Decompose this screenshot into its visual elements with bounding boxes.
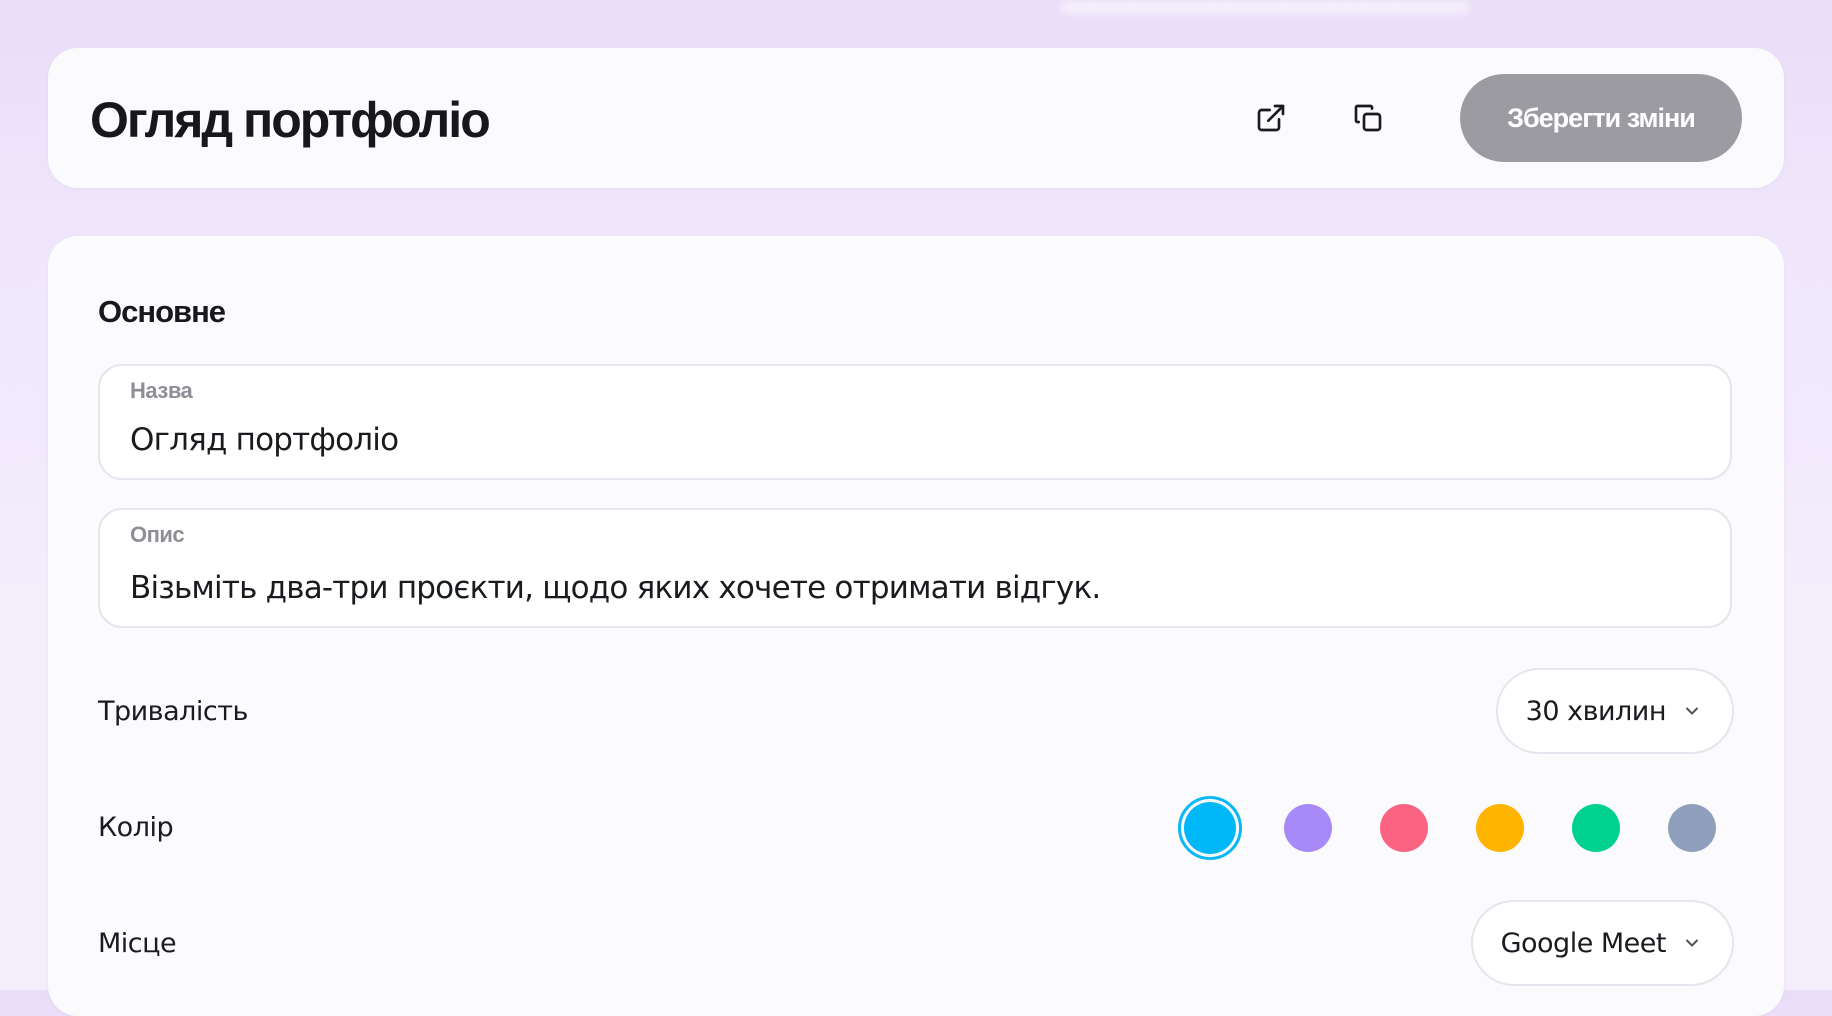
- location-label: Місце: [98, 928, 177, 959]
- color-label: Колір: [98, 812, 174, 843]
- color-swatch-blue[interactable]: [1178, 796, 1242, 860]
- color-swatch-purple[interactable]: [1284, 804, 1332, 852]
- location-select[interactable]: Google Meet: [1470, 900, 1734, 986]
- open-in-new-button[interactable]: [1244, 91, 1298, 145]
- name-input[interactable]: [130, 418, 1690, 462]
- color-swatch-gray[interactable]: [1668, 804, 1716, 852]
- chevron-down-icon: [1682, 933, 1702, 953]
- chevron-down-icon: [1682, 701, 1702, 721]
- save-changes-button[interactable]: Зберегти зміни: [1460, 74, 1742, 162]
- external-link-icon: [1255, 102, 1287, 134]
- color-swatch-green[interactable]: [1572, 804, 1620, 852]
- description-field-label: Опис: [130, 522, 185, 547]
- color-swatch-pink[interactable]: [1380, 804, 1428, 852]
- top-glow: [1060, 0, 1470, 14]
- duration-label: Тривалість: [98, 696, 248, 727]
- description-field[interactable]: Опис: [98, 508, 1732, 628]
- description-input[interactable]: [130, 566, 1690, 610]
- header-card: Огляд портфоліо Зберегти зміни: [48, 48, 1784, 188]
- name-field-label: Назва: [130, 378, 193, 403]
- copy-button[interactable]: [1341, 91, 1395, 145]
- page-title: Огляд портфоліо: [90, 92, 491, 148]
- duration-select[interactable]: 30 хвилин: [1495, 668, 1734, 754]
- color-swatch-yellow[interactable]: [1476, 804, 1524, 852]
- duration-select-value: 30 хвилин: [1525, 695, 1667, 727]
- color-swatches: [1178, 796, 1716, 860]
- copy-icon: [1352, 102, 1384, 134]
- main-settings-card: Основне Назва Опис Тривалість 30 хвилин …: [48, 236, 1784, 1016]
- name-field[interactable]: Назва: [98, 364, 1732, 480]
- section-title: Основне: [98, 294, 226, 329]
- location-select-value: Google Meet: [1500, 927, 1667, 959]
